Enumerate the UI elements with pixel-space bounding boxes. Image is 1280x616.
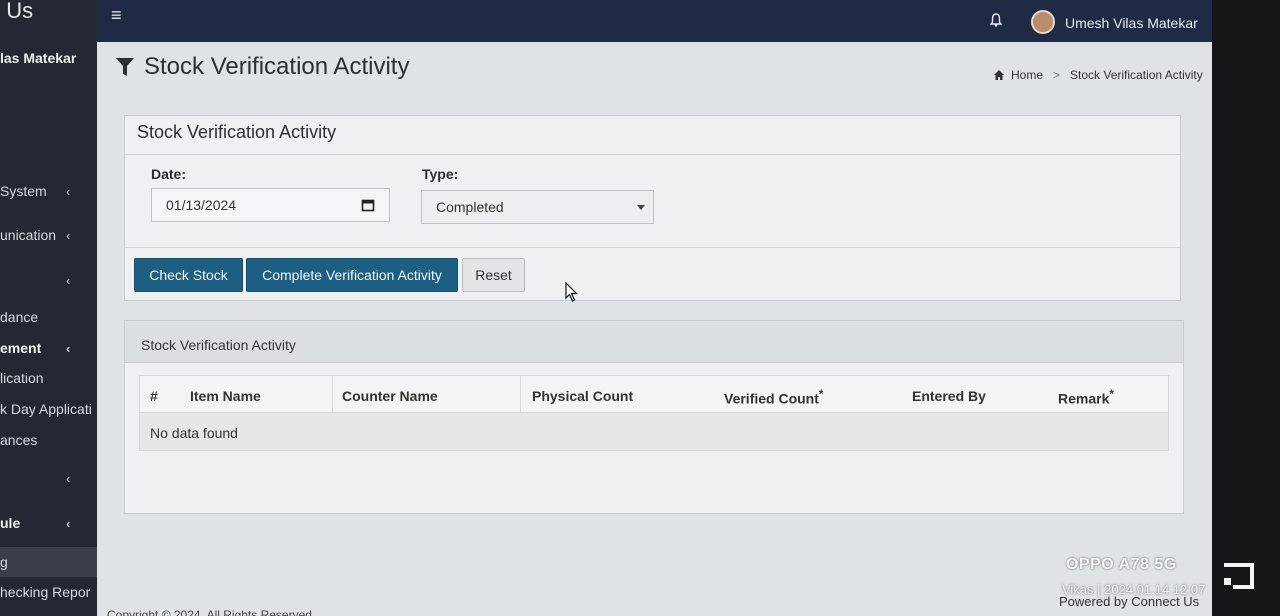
sidebar-user-name: las Matekar bbox=[0, 50, 77, 66]
sidebar-item-label: ances bbox=[0, 432, 38, 448]
chevron-left-icon: ‹ bbox=[66, 340, 71, 356]
sidebar-item-communication[interactable]: unication ‹ bbox=[0, 222, 97, 248]
monitor-bezel bbox=[1212, 0, 1280, 616]
brand-logo-text[interactable]: t Us bbox=[0, 0, 97, 38]
type-select[interactable]: Completed bbox=[421, 190, 654, 224]
sidebar-item-attendance[interactable]: dance bbox=[0, 304, 97, 330]
bell-icon[interactable] bbox=[988, 12, 1004, 28]
complete-verification-button[interactable]: Complete Verification Activity bbox=[246, 258, 458, 292]
type-label: Type: bbox=[422, 166, 459, 182]
breadcrumb-home-link[interactable]: Home bbox=[1011, 68, 1043, 82]
column-header-label: Verified Count bbox=[724, 390, 819, 407]
watermark-model: OPPO A78 5G bbox=[1066, 556, 1177, 573]
sidebar-item-label: g bbox=[0, 554, 8, 570]
caret-down-icon bbox=[637, 205, 645, 210]
sidebar-item-label: hecking Repor bbox=[0, 584, 91, 600]
chevron-left-icon: ‹ bbox=[66, 470, 71, 486]
sidebar-item-checking-report[interactable]: hecking Repor bbox=[0, 579, 97, 605]
avatar[interactable] bbox=[1031, 10, 1055, 34]
sidebar-item-collapsed[interactable]: ‹ bbox=[0, 267, 97, 293]
footer-copyright: Copyright © 2024. All Rights Reserved bbox=[107, 608, 312, 616]
sidebar-item-label: lication bbox=[0, 370, 44, 386]
reset-button[interactable]: Reset bbox=[462, 258, 525, 292]
chevron-left-icon: ‹ bbox=[66, 515, 71, 531]
sort-marker: * bbox=[818, 388, 824, 401]
chevron-left-icon: ‹ bbox=[66, 272, 71, 288]
results-panel-header: Stock Verification Activity bbox=[125, 321, 1183, 363]
column-header-counter-name[interactable]: Counter Name bbox=[342, 388, 438, 404]
sidebar-item-management[interactable]: ement ‹ bbox=[0, 335, 97, 361]
sort-marker: * bbox=[1109, 388, 1114, 401]
sidebar-item-label: dance bbox=[0, 309, 39, 325]
stock-table: # Item Name Counter Name Physical Count … bbox=[139, 375, 1169, 451]
date-value: 01/13/2024 bbox=[166, 197, 237, 213]
sidebar-item-stock-verification[interactable]: g bbox=[0, 547, 97, 577]
mouse-cursor-icon bbox=[565, 282, 578, 302]
main-content: Stock Verification Activity Home > Stock… bbox=[97, 42, 1212, 616]
results-panel: Stock Verification Activity # Item Name … bbox=[124, 320, 1184, 514]
check-stock-button[interactable]: Check Stock bbox=[134, 258, 243, 292]
column-header-item-name[interactable]: Item Name bbox=[190, 388, 261, 404]
sidebar: t Us las Matekar System ‹ unication ‹ ‹ … bbox=[0, 0, 97, 616]
column-header-entered-by[interactable]: Entered By bbox=[912, 388, 986, 404]
date-input[interactable]: 01/13/2024 bbox=[151, 188, 390, 222]
column-divider bbox=[332, 376, 333, 414]
camera-brand-icon bbox=[1224, 563, 1254, 589]
column-header-physical-count[interactable]: Physical Count bbox=[532, 388, 633, 404]
empty-message: No data found bbox=[150, 425, 238, 441]
column-header-label: Remark bbox=[1058, 390, 1110, 407]
sidebar-item-label: ule bbox=[0, 515, 21, 531]
divider bbox=[125, 247, 1180, 248]
top-navbar: ≡ Umesh Vilas Matekar bbox=[97, 0, 1212, 42]
column-header-verified-count[interactable]: Verified Count* bbox=[724, 388, 823, 407]
sidebar-item-label: unication bbox=[0, 227, 57, 243]
date-label: Date: bbox=[151, 166, 187, 182]
page-title: Stock Verification Activity bbox=[144, 53, 410, 80]
table-header: # Item Name Counter Name Physical Count … bbox=[139, 375, 1169, 414]
chevron-left-icon: ‹ bbox=[66, 183, 71, 199]
sidebar-item-advances[interactable]: ances bbox=[0, 427, 97, 453]
sidebar-item-label: k Day Applicati bbox=[0, 401, 92, 417]
menu-toggle-icon[interactable]: ≡ bbox=[111, 5, 122, 26]
home-icon[interactable] bbox=[993, 69, 1005, 81]
calendar-icon[interactable] bbox=[361, 198, 375, 212]
filter-panel-title: Stock Verification Activity bbox=[137, 122, 337, 142]
filter-panel: Stock Verification Activity Date: 01/13/… bbox=[124, 115, 1181, 301]
sidebar-item-application[interactable]: lication bbox=[0, 365, 97, 391]
sidebar-item-label: ement bbox=[0, 340, 42, 356]
column-header-index[interactable]: # bbox=[150, 388, 158, 404]
divider bbox=[125, 154, 1180, 155]
breadcrumb-current: Stock Verification Activity bbox=[1070, 68, 1203, 82]
column-divider bbox=[520, 376, 521, 414]
results-panel-title: Stock Verification Activity bbox=[141, 337, 296, 353]
chevron-left-icon: ‹ bbox=[66, 227, 71, 243]
camera-watermark: OPPO A78 5G Vikas | 2024.01.14 12:07 bbox=[1062, 556, 1205, 597]
watermark-timestamp: Vikas | 2024.01.14 12:07 bbox=[1062, 582, 1206, 597]
sidebar-item-system[interactable]: System ‹ bbox=[0, 178, 97, 204]
table-row: No data found bbox=[139, 413, 1169, 451]
breadcrumb: Home > Stock Verification Activity bbox=[993, 68, 1203, 82]
sidebar-item-schedule[interactable]: ule ‹ bbox=[0, 510, 97, 536]
sidebar-item-day-application[interactable]: k Day Applicati bbox=[0, 396, 97, 422]
column-header-remark[interactable]: Remark* bbox=[1058, 388, 1114, 407]
filter-icon bbox=[116, 58, 134, 76]
sidebar-item-label: System bbox=[0, 183, 47, 199]
type-selected-value: Completed bbox=[436, 199, 504, 215]
sidebar-item-collapsed-2[interactable]: ‹ bbox=[0, 465, 97, 491]
breadcrumb-separator: > bbox=[1053, 68, 1061, 82]
top-user-name[interactable]: Umesh Vilas Matekar bbox=[1065, 15, 1198, 31]
